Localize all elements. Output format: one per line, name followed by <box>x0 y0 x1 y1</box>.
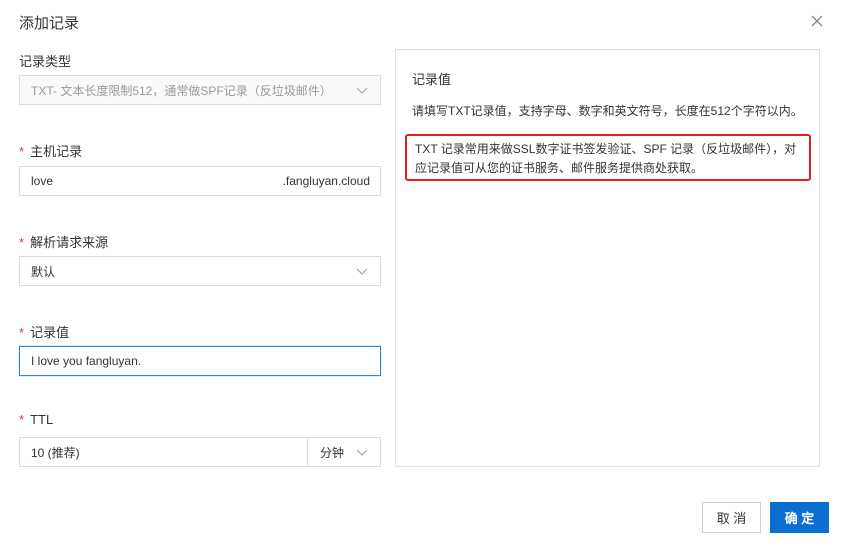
confirm-button[interactable]: 确 定 <box>770 502 829 533</box>
required-mark: * <box>19 235 25 250</box>
line-select[interactable]: 默认 <box>19 256 381 286</box>
help-highlight-box: TXT 记录常用来做SSL数字证书签发验证、SPF 记录（反垃圾邮件），对应记录… <box>405 134 811 181</box>
line-label-text: 解析请求来源 <box>30 235 109 250</box>
ttl-input[interactable]: 10 (推荐) 分钟 <box>19 437 381 467</box>
required-mark: * <box>19 325 25 340</box>
ttl-divider <box>307 438 308 466</box>
ttl-label-text: TTL <box>30 412 54 427</box>
record-type-label: 记录类型 <box>19 51 71 70</box>
cancel-button[interactable]: 取 消 <box>702 502 761 533</box>
host-suffix: .fangluyan.cloud <box>282 174 370 188</box>
help-panel: 记录值 请填写TXT记录值，支持字母、数字和英文符号，长度在512个字符以内。 … <box>395 49 820 467</box>
chevron-down-icon <box>356 268 368 275</box>
host-input[interactable]: love .fangluyan.cloud <box>19 166 381 196</box>
record-value-label-text: 记录值 <box>30 325 70 340</box>
host-value: love <box>31 174 54 188</box>
line-label: * 解析请求来源 <box>19 232 108 251</box>
record-value-value: I love you fangluyan. <box>31 354 142 368</box>
required-mark: * <box>19 144 25 159</box>
ttl-unit-select[interactable]: 分钟 <box>320 444 344 461</box>
record-value-label: * 记录值 <box>19 322 69 341</box>
record-value-input[interactable]: I love you fangluyan. <box>19 346 381 376</box>
chevron-down-icon <box>356 449 368 456</box>
dialog-title: 添加记录 <box>19 15 80 32</box>
ttl-value: 10 (推荐) <box>31 445 80 460</box>
help-title: 记录值 <box>412 72 452 87</box>
help-description: 请填写TXT记录值，支持字母、数字和英文符号，长度在512个字符以内。 <box>412 104 803 118</box>
ttl-label: * TTL <box>19 412 53 427</box>
chevron-down-icon <box>356 87 368 94</box>
host-label-text: 主机记录 <box>30 144 83 159</box>
record-type-value: TXT- 文本长度限制512，通常做SPF记录（反垃圾邮件） <box>31 83 332 98</box>
host-label: * 主机记录 <box>19 141 82 160</box>
close-icon[interactable] <box>810 14 824 28</box>
required-mark: * <box>19 412 25 427</box>
line-value: 默认 <box>31 264 56 279</box>
record-type-select[interactable]: TXT- 文本长度限制512，通常做SPF记录（反垃圾邮件） <box>19 75 381 105</box>
record-type-label-text: 记录类型 <box>19 54 72 69</box>
